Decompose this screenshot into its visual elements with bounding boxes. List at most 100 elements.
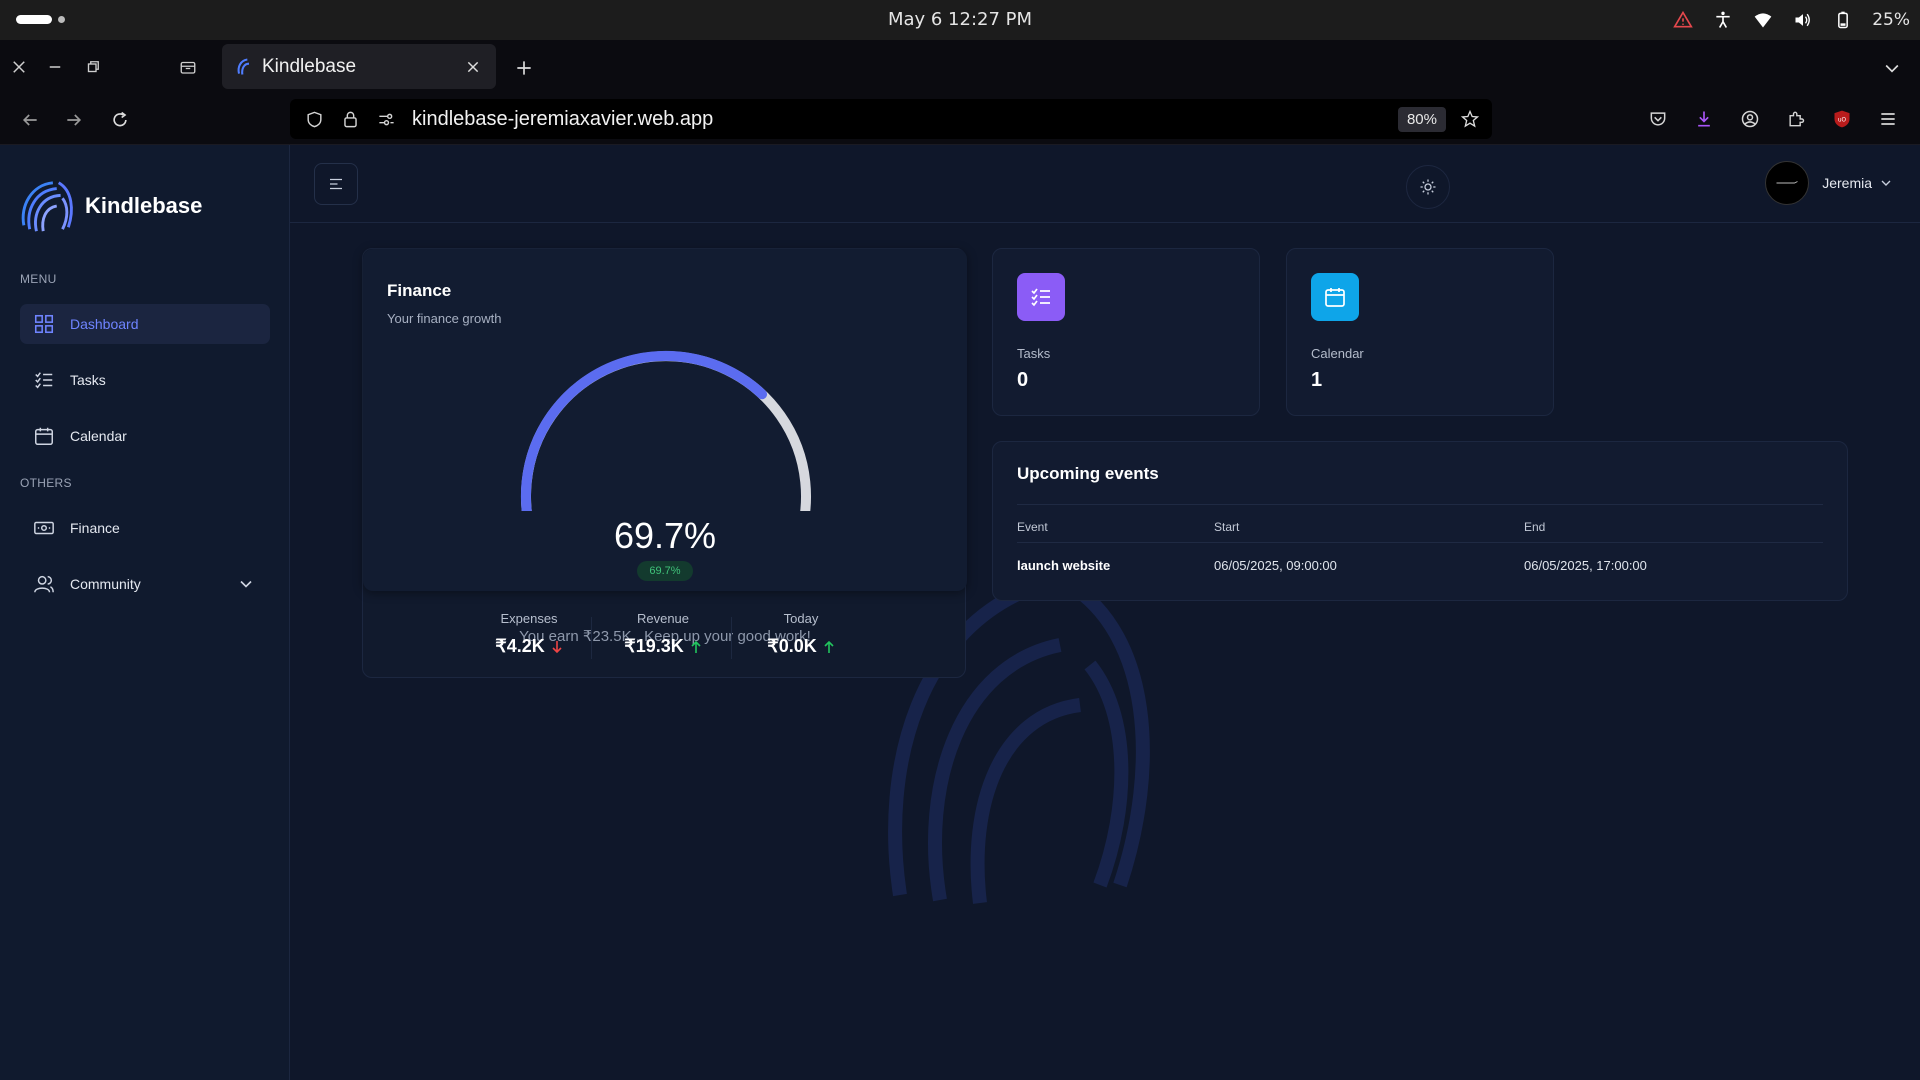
sidebar-item-tasks[interactable]: Tasks xyxy=(20,360,270,400)
events-divider xyxy=(1017,504,1823,505)
calendar-card[interactable]: Calendar 1 xyxy=(1286,248,1554,416)
events-title: Upcoming events xyxy=(1017,464,1159,483)
sidebar-item-label: Tasks xyxy=(70,372,106,388)
new-tab-icon[interactable] xyxy=(510,54,538,82)
calendar-card-value: 1 xyxy=(1311,369,1323,391)
battery-icon[interactable] xyxy=(1832,9,1854,31)
column-header-event: Event xyxy=(1017,520,1048,534)
battery-percent: 25% xyxy=(1872,10,1910,30)
bookmark-star-icon[interactable] xyxy=(1458,107,1482,131)
column-header-end: End xyxy=(1524,520,1546,534)
gauge-percent: 69.7% xyxy=(613,515,717,556)
stat-label: Expenses xyxy=(500,611,558,626)
chevron-down-icon[interactable] xyxy=(1878,175,1894,191)
download-icon[interactable] xyxy=(1690,105,1718,133)
shield-icon[interactable] xyxy=(302,107,326,131)
restore-icon[interactable] xyxy=(80,54,106,80)
tasks-card-label: Tasks xyxy=(1017,346,1051,361)
gauge-track xyxy=(521,351,811,511)
menu-section-label: MENU xyxy=(20,272,57,286)
warning-icon[interactable] xyxy=(1672,9,1694,31)
finance-card: Finance Your finance growth 69.7% 69.7% … xyxy=(362,248,967,679)
sidebar-item-label: Dashboard xyxy=(70,316,139,332)
avatar[interactable] xyxy=(1765,161,1810,205)
gauge-fill xyxy=(520,350,768,511)
column-header-start: Start xyxy=(1214,520,1240,534)
system-tray[interactable]: 25% xyxy=(1672,8,1910,32)
account-icon[interactable] xyxy=(1736,105,1764,133)
arrow-up-icon xyxy=(691,640,701,653)
kindlebase-logo-icon xyxy=(21,181,73,232)
reload-icon[interactable] xyxy=(106,106,134,134)
ublock-icon[interactable]: uO xyxy=(1828,105,1856,133)
tab-list-chevron-icon[interactable] xyxy=(1878,54,1906,82)
extensions-puzzle-icon[interactable] xyxy=(1782,105,1810,133)
tasks-card[interactable]: Tasks 0 xyxy=(992,248,1260,416)
calendar-icon xyxy=(1325,288,1345,307)
sidebar-item-dashboard[interactable]: Dashboard xyxy=(20,304,270,344)
zoom-level-badge[interactable]: 80% xyxy=(1397,106,1446,132)
theme-toggle-button[interactable] xyxy=(1406,165,1450,209)
stat-today: Today ₹0.0K xyxy=(733,611,869,657)
browser-nav-bar: kindlebase-jeremiaxavier.web.app 80% uO xyxy=(0,95,1920,145)
sidebar-item-calendar[interactable]: Calendar xyxy=(20,416,270,456)
user-menu[interactable]: Jeremia xyxy=(1765,161,1894,205)
sidebar-item-community[interactable]: Community xyxy=(20,564,270,604)
chevron-down-icon[interactable] xyxy=(236,574,256,594)
os-top-bar: May 6 12:27 PM 25% xyxy=(0,0,1920,40)
user-name[interactable]: Jeremia xyxy=(1822,175,1872,191)
sun-icon xyxy=(1420,179,1436,195)
stat-value-text: ₹19.3K xyxy=(624,636,684,656)
wifi-icon[interactable] xyxy=(1752,9,1774,31)
finance-title: Finance xyxy=(387,281,452,300)
url-bar[interactable]: kindlebase-jeremiaxavier.web.app 80% xyxy=(290,99,1492,139)
sidebar-item-label: Calendar xyxy=(70,428,127,444)
stat-divider xyxy=(731,617,732,659)
event-name[interactable]: launch website xyxy=(1017,558,1110,573)
tab-title: Kindlebase xyxy=(262,55,357,77)
back-icon[interactable] xyxy=(16,106,44,134)
grid-icon xyxy=(32,312,56,336)
app-content: Kindlebase MENU Dashboard Tasks Calendar… xyxy=(0,145,1920,1080)
finance-gauge-panel: Finance Your finance growth 69.7% 69.7% … xyxy=(363,249,967,645)
url-text[interactable]: kindlebase-jeremiaxavier.web.app xyxy=(412,108,1398,131)
tab-close-icon[interactable] xyxy=(462,56,484,78)
close-window-icon[interactable] xyxy=(6,54,32,80)
others-section-label: OTHERS xyxy=(20,476,72,490)
arrow-up-icon xyxy=(824,640,834,653)
finance-stats: Expenses ₹4.2K Revenue ₹19.3K Today ₹0.0… xyxy=(363,591,967,679)
pocket-icon[interactable] xyxy=(1644,105,1672,133)
events-row-divider xyxy=(1017,542,1823,543)
stat-value-text: ₹0.0K xyxy=(767,636,817,656)
menu-lines-icon xyxy=(330,178,342,190)
brand-name: Kindlebase xyxy=(85,193,203,218)
users-icon xyxy=(32,572,56,596)
sidebar-item-finance[interactable]: Finance xyxy=(20,508,270,548)
browser-tab-strip: Kindlebase xyxy=(0,40,1920,95)
calendar-icon xyxy=(32,424,56,448)
tasks-card-icon xyxy=(1017,273,1065,321)
brand[interactable]: Kindlebase xyxy=(20,177,202,235)
accessibility-icon[interactable] xyxy=(1712,9,1734,31)
svg-text:uO: uO xyxy=(1838,118,1847,124)
site-permissions-icon[interactable] xyxy=(374,107,398,131)
sidebar: Kindlebase MENU Dashboard Tasks Calendar… xyxy=(0,145,290,1080)
browser-tab-kindlebase[interactable]: Kindlebase xyxy=(222,44,496,89)
sidebar-toggle-button[interactable] xyxy=(314,163,358,205)
hamburger-menu-icon[interactable] xyxy=(1874,105,1902,133)
money-icon xyxy=(32,516,56,540)
upcoming-events-card: Upcoming events Event Start End launch w… xyxy=(992,441,1848,601)
stat-label: Today xyxy=(783,611,819,626)
volume-icon[interactable] xyxy=(1792,9,1814,31)
stat-value: ₹0.0K xyxy=(733,636,869,657)
forward-icon[interactable] xyxy=(60,106,88,134)
lock-icon[interactable] xyxy=(338,107,362,131)
calendar-card-label: Calendar xyxy=(1311,346,1364,361)
sidebar-item-label: Community xyxy=(70,576,141,592)
event-start: 06/05/2025, 09:00:00 xyxy=(1214,558,1337,573)
minimize-icon[interactable] xyxy=(42,54,68,80)
os-clock[interactable]: May 6 12:27 PM xyxy=(0,9,1920,30)
finance-gauge xyxy=(520,350,811,511)
app-header: Jeremia xyxy=(290,145,1920,223)
tab-overview-icon[interactable] xyxy=(175,54,201,80)
